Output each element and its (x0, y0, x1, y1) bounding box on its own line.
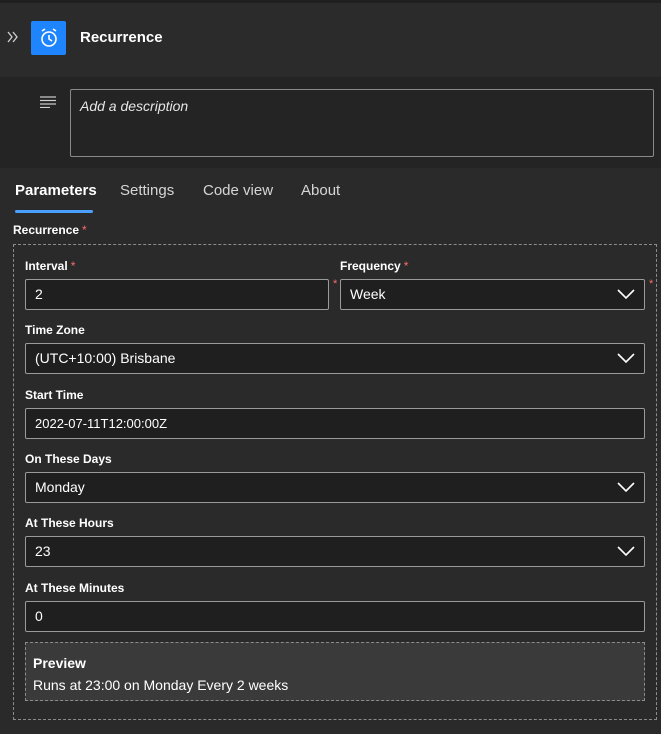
on-these-days-value: Monday (35, 479, 85, 495)
preview-title: Preview (33, 655, 86, 671)
start-time-label: Start Time (25, 388, 84, 402)
tab-code-view[interactable]: Code view (203, 182, 273, 199)
description-area: Add a description (0, 77, 661, 168)
start-time-input[interactable]: 2022-07-11T12:00:00Z (25, 408, 645, 439)
at-these-minutes-input[interactable]: 0 (25, 601, 645, 632)
interval-label: Interval * (25, 259, 75, 273)
text-lines-icon (39, 95, 57, 109)
description-input[interactable]: Add a description (70, 89, 654, 157)
required-marker: * (403, 259, 409, 273)
chevron-down-icon (617, 482, 635, 493)
time-zone-label: Time Zone (25, 323, 85, 337)
tab-bar: Parameters Settings Code view About (0, 168, 661, 214)
preview-panel: Preview Runs at 23:00 on Monday Every 2 … (25, 642, 645, 701)
required-marker: * (70, 259, 76, 273)
tab-parameters[interactable]: Parameters (15, 182, 97, 199)
tab-settings[interactable]: Settings (120, 182, 174, 199)
required-marker: * (82, 223, 87, 237)
interval-input[interactable]: 2 (25, 279, 329, 310)
on-these-days-label: On These Days (25, 452, 112, 466)
frequency-select[interactable]: Week (340, 279, 645, 310)
frequency-value: Week (350, 286, 386, 302)
interval-label-text: Interval (25, 259, 68, 273)
required-marker: * (649, 278, 654, 290)
frequency-label-text: Frequency (340, 259, 401, 273)
at-these-hours-label: At These Hours (25, 516, 114, 530)
time-zone-select[interactable]: (UTC+10:00) Brisbane (25, 343, 645, 374)
chevron-down-icon (617, 289, 635, 300)
required-marker: * (333, 278, 338, 290)
double-chevron-right-icon[interactable] (6, 29, 22, 47)
active-tab-indicator (15, 210, 93, 213)
at-these-hours-value: 23 (35, 543, 51, 559)
at-these-hours-select[interactable]: 23 (25, 536, 645, 567)
chevron-down-icon (617, 353, 635, 364)
action-title[interactable]: Recurrence (80, 29, 163, 46)
frequency-label: Frequency * (340, 259, 408, 273)
at-these-minutes-label: At These Minutes (25, 581, 125, 595)
action-header: Recurrence (0, 3, 661, 77)
alarm-clock-icon (31, 21, 66, 55)
tab-about[interactable]: About (301, 182, 340, 199)
section-label-recurrence: Recurrence * (13, 223, 87, 237)
preview-text: Runs at 23:00 on Monday Every 2 weeks (33, 677, 289, 693)
chevron-down-icon (617, 546, 635, 557)
on-these-days-select[interactable]: Monday (25, 472, 645, 503)
time-zone-value: (UTC+10:00) Brisbane (35, 350, 176, 366)
section-label-text: Recurrence (13, 223, 80, 237)
